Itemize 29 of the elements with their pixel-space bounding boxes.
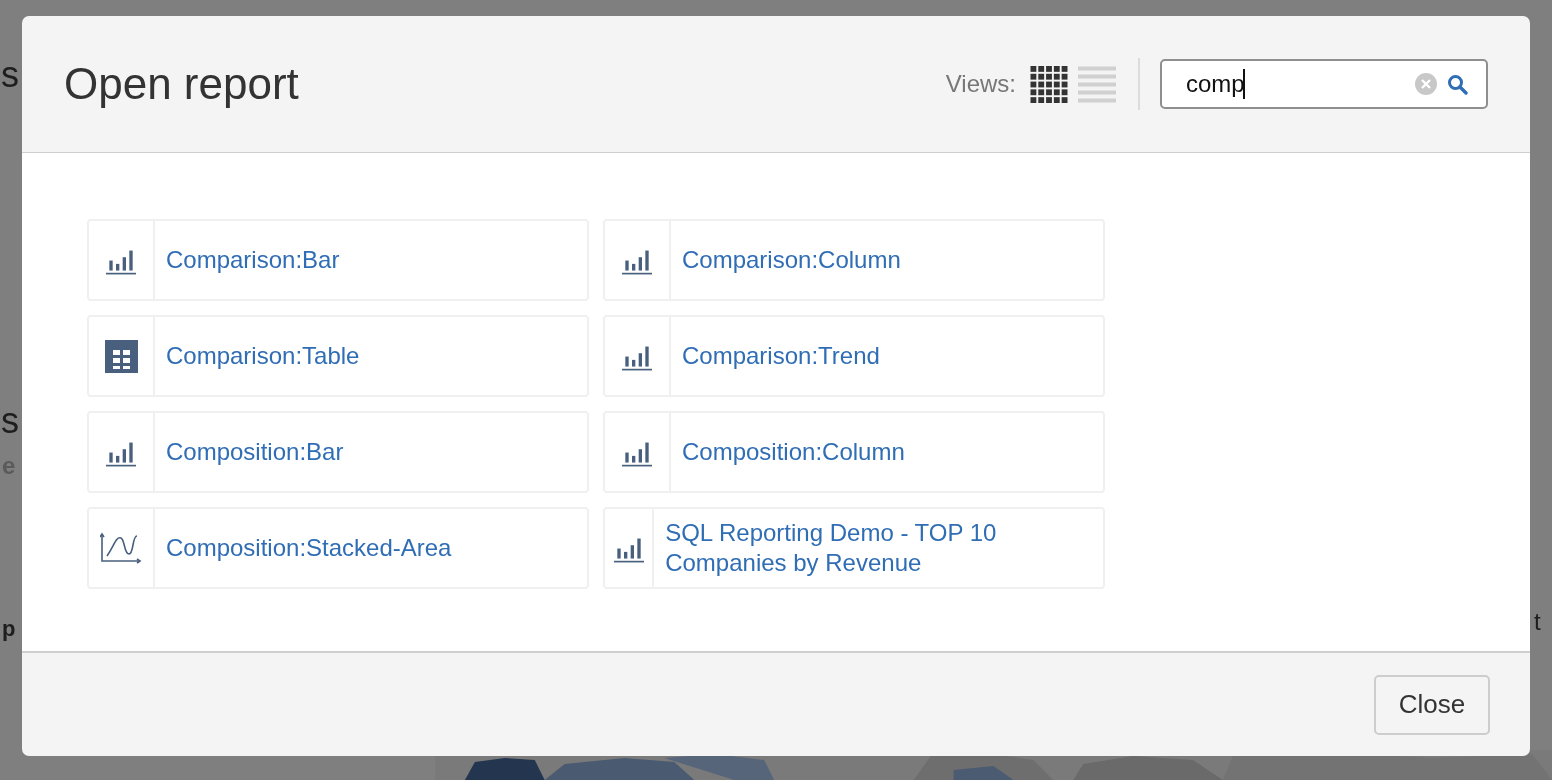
report-link[interactable]: Comparison:Bar: [155, 245, 340, 275]
report-link[interactable]: Comparison:Trend: [671, 341, 880, 371]
report-card[interactable]: Composition:Stacked-Area: [87, 507, 589, 589]
report-card[interactable]: Comparison:Bar: [87, 219, 589, 301]
report-link[interactable]: Comparison:Table: [155, 341, 360, 371]
page-text: t: [1534, 608, 1541, 636]
views-label: Views:: [945, 70, 1016, 98]
report-link[interactable]: SQL Reporting Demo - TOP 10 Companies by Revenue: [654, 518, 1103, 578]
search-field[interactable]: comp: [1160, 59, 1488, 109]
table-icon: [104, 339, 138, 373]
page-text: s: [1, 400, 19, 442]
report-link[interactable]: Comparison:Column: [671, 245, 901, 275]
page-text: p: [2, 616, 16, 642]
report-card[interactable]: Composition:Column: [603, 411, 1105, 493]
search-icon[interactable]: [1447, 73, 1468, 95]
report-card[interactable]: Comparison:Trend: [603, 315, 1105, 397]
report-link[interactable]: Composition:Column: [671, 437, 905, 467]
close-button[interactable]: Close: [1374, 674, 1490, 735]
report-link[interactable]: Composition:Stacked-Area: [155, 533, 452, 563]
line-chart-icon: [100, 531, 142, 565]
report-card[interactable]: SQL Reporting Demo - TOP 10 Companies by Revenue: [603, 507, 1105, 589]
page-text: s: [1, 54, 19, 96]
report-link[interactable]: Composition:Bar: [155, 437, 344, 467]
text-cursor: [1243, 69, 1245, 99]
report-card[interactable]: Comparison:Table: [87, 315, 589, 397]
report-card[interactable]: Composition:Bar: [87, 411, 589, 493]
grid-view-icon[interactable]: [1030, 65, 1068, 103]
dialog-title: Open report: [64, 59, 300, 109]
report-card[interactable]: Comparison:Column: [603, 219, 1105, 301]
